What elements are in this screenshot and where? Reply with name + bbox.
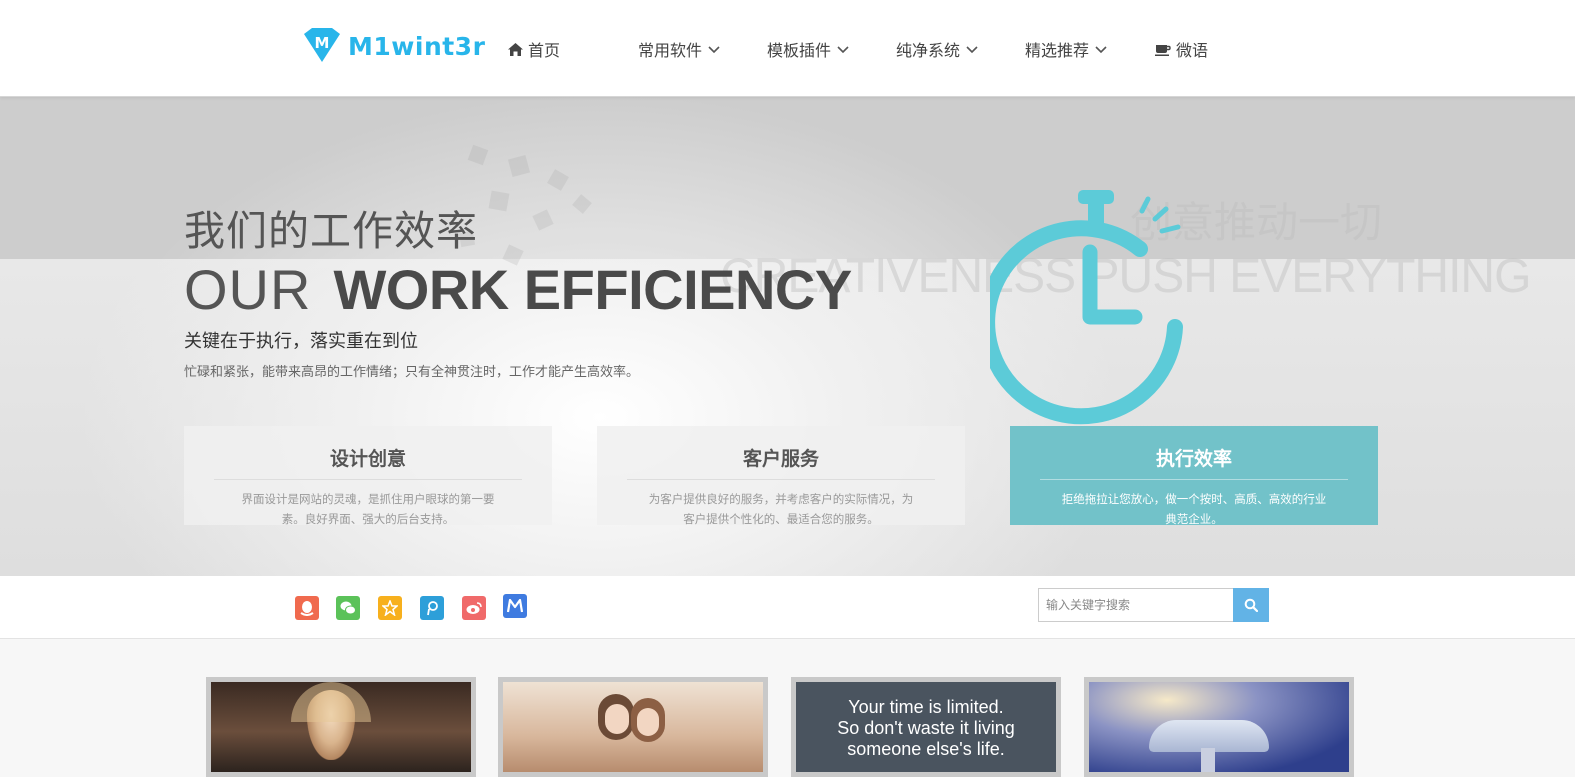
- coffee-icon: [1155, 44, 1171, 56]
- logo-text: M1wint3r: [348, 31, 486, 61]
- svg-text:M: M: [315, 34, 330, 52]
- site-header: M M1wint3r 首页 常用软件 模板插件 纯净系统 精选推荐 微语: [0, 0, 1575, 97]
- feature-card-service[interactable]: 客户服务 为客户提供良好的服务，并考虑客户的实际情况，为客户提供个性化的、最适合…: [597, 426, 965, 526]
- hero-description: 忙碌和紧张，能带来高昂的工作情绪；只有全神贯注时，工作才能产生高效率。: [184, 365, 640, 380]
- nav-label: 精选推荐: [1025, 41, 1090, 60]
- nav-item-home[interactable]: 首页: [508, 37, 560, 61]
- feature-title: 执行效率: [1155, 448, 1232, 470]
- search-button[interactable]: [1233, 588, 1269, 622]
- hero-banner: 创意推动一切 CREATIVENESS PUSH EVERYTHING 我们的工…: [0, 97, 1575, 576]
- stopwatch-icon: [990, 190, 1183, 425]
- nav-label: 首页: [528, 41, 561, 60]
- search-input[interactable]: [1038, 588, 1233, 622]
- feature-title: 客户服务: [742, 448, 819, 470]
- quote-image: Your time is limited. So don't waste it …: [796, 682, 1056, 772]
- chevron-down-icon: [837, 46, 849, 54]
- hero-title-cn: 我们的工作效率: [184, 207, 478, 255]
- nav-item-systems[interactable]: 纯净系统: [896, 37, 979, 61]
- hero-subtitle: 关键在于执行，落实重在到位: [184, 331, 418, 352]
- feature-card-design[interactable]: 设计创意 界面设计是网站的灵魂，是抓住用户眼球的第一要素。良好界面、强大的后台支…: [184, 426, 552, 526]
- home-icon: [508, 42, 523, 56]
- nav-label: 微语: [1176, 41, 1209, 60]
- site-logo[interactable]: M M1wint3r: [300, 28, 485, 64]
- m-brand-icon[interactable]: [503, 594, 527, 618]
- wechat-icon[interactable]: [336, 596, 360, 620]
- nav-label: 纯净系统: [896, 41, 961, 60]
- post-card[interactable]: [498, 677, 768, 777]
- post-card[interactable]: [206, 677, 476, 777]
- feature-divider: [627, 479, 935, 480]
- chevron-down-icon: [708, 46, 720, 54]
- nav-item-software[interactable]: 常用软件: [638, 37, 721, 61]
- feature-card-efficiency[interactable]: 执行效率 拒绝拖拉让您放心，做一个按时、高质、高效的行业典范企业。: [1010, 426, 1378, 526]
- feature-desc: 拒绝拖拉让您放心，做一个按时、高质、高效的行业典范企业。: [1061, 492, 1327, 526]
- two-girls-sofa-image: [503, 682, 763, 772]
- post-card[interactable]: [1084, 677, 1354, 777]
- weibo-icon[interactable]: [462, 596, 486, 620]
- chevron-down-icon: [966, 46, 978, 54]
- feature-desc: 为客户提供良好的服务，并考虑客户的实际情况，为客户提供个性化的、最适合您的服务。: [648, 492, 914, 526]
- search-icon: [1244, 598, 1258, 612]
- nav-item-recommended[interactable]: 精选推荐: [1025, 37, 1108, 61]
- feature-divider: [214, 479, 522, 480]
- nav-label: 常用软件: [638, 41, 703, 60]
- hero-title-en: OUR WORK EFFICIENCY: [184, 257, 852, 322]
- mushroom-image: [1089, 682, 1349, 772]
- post-card[interactable]: Your time is limited. So don't waste it …: [791, 677, 1061, 777]
- feature-divider: [1040, 479, 1348, 480]
- quote-text: Your time is limited. So don't waste it …: [837, 697, 1015, 759]
- nav-item-templates[interactable]: 模板插件: [767, 37, 850, 61]
- feature-title: 设计创意: [329, 448, 406, 470]
- nav-item-micro-posts[interactable]: 微语: [1155, 37, 1208, 61]
- hero-title-en-bold: WORK EFFICIENCY: [333, 258, 852, 321]
- diamond-logo-icon: M: [304, 28, 340, 62]
- qzone-icon[interactable]: [378, 596, 402, 620]
- hero-title-en-thin: OUR: [184, 258, 312, 321]
- chevron-down-icon: [1095, 46, 1107, 54]
- qq-icon[interactable]: [295, 596, 319, 620]
- woman-portrait-image: [211, 682, 471, 772]
- social-search-bar: [0, 576, 1575, 639]
- tencent-weibo-icon[interactable]: [420, 596, 444, 620]
- nav-label: 模板插件: [767, 41, 832, 60]
- feature-desc: 界面设计是网站的灵魂，是抓住用户眼球的第一要素。良好界面、强大的后台支持。: [241, 492, 495, 526]
